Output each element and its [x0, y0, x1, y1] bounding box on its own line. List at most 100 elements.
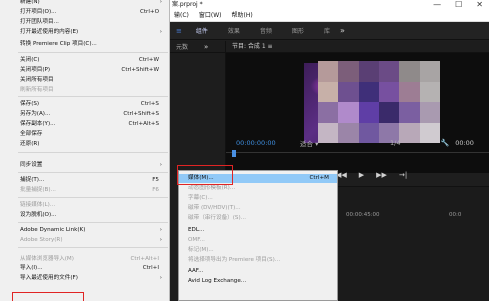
export-menu-item[interactable]: EDL...	[179, 226, 337, 235]
menu-item-shortcut: Ctrl+Alt+I	[130, 256, 159, 262]
file-menu-item[interactable]: 打开团队项目...	[0, 18, 168, 27]
file-menu-item[interactable]: 关闭(C) Ctrl+W	[0, 56, 168, 65]
menu-item-shortcut: Ctrl+Alt+S	[128, 121, 159, 127]
file-menu-item[interactable]: 导入(I)... Ctrl+I	[0, 264, 168, 273]
menu-separator	[18, 152, 168, 153]
mosaic-tile	[419, 81, 440, 102]
menu-item-label: 转换 Premiere Clip 项目(C)...	[20, 41, 97, 47]
menu-item-shortcut: F5	[152, 177, 159, 183]
export-menu-item[interactable]: AAF...	[179, 267, 337, 276]
menu-separator	[18, 52, 168, 53]
file-menu-item[interactable]: 打开项目(O)... Ctrl+O	[0, 8, 168, 17]
metadata-panel: 元数 »	[170, 41, 226, 175]
window-controls: — ☐ ✕	[433, 0, 483, 10]
menu-item-label: 标记(M)...	[188, 247, 214, 253]
menu-item-label: 还原(R)	[20, 141, 40, 147]
menu-item-label: 捕捉(T)...	[20, 177, 45, 183]
file-menu-item[interactable]: 捕捉(T)... F5	[0, 176, 168, 185]
maximize-icon[interactable]: ☐	[455, 0, 462, 10]
minimize-icon[interactable]: —	[433, 0, 441, 10]
file-menu-item[interactable]: 保存(S) Ctrl+S	[0, 100, 168, 109]
step-forward-icon[interactable]: ▶▶	[376, 171, 387, 183]
export-menu-item: 动态图形模板(R)...	[179, 184, 337, 193]
timeline-ruler-time-2: 00:0	[449, 212, 462, 218]
submenu-arrow-icon: ›	[159, 237, 162, 243]
workspace-menu-icon[interactable]: ≡	[170, 27, 186, 35]
export-menu-item: 字幕(C)...	[179, 194, 337, 203]
resolution-dropdown[interactable]: 1/4	[390, 139, 400, 147]
menu-item-label: 动态图形模板(R)...	[188, 185, 236, 191]
file-menu-item[interactable]: 全部保存	[0, 130, 168, 139]
export-menu-item: OMF...	[179, 236, 337, 245]
file-menu-item[interactable]: 关闭所有项目	[0, 76, 168, 85]
mosaic-tile	[318, 81, 339, 102]
workspace-tab-libraries[interactable]: 库	[314, 26, 340, 35]
playhead-timecode[interactable]: 00:00:00:00	[226, 139, 300, 147]
file-menu-item[interactable]: 保存副本(Y)... Ctrl+Alt+S	[0, 120, 168, 129]
file-menu-item[interactable]: 导入最近使用的文件(F) ›	[0, 274, 168, 283]
duration-timecode: 00:00	[455, 139, 474, 147]
metadata-tab[interactable]: 元数 »	[170, 41, 225, 53]
file-menu-item[interactable]: 还原(R)	[0, 140, 168, 149]
workspace-more-icon[interactable]: »	[340, 26, 345, 35]
menu-item-label: 同步设置	[20, 162, 43, 168]
file-menu-item[interactable]: 新建(N) ›	[0, 0, 168, 7]
menu-separator	[18, 96, 168, 97]
menu-item-label: 磁带（串行设备）(S)...	[188, 215, 246, 221]
go-to-out-icon[interactable]: →|	[399, 171, 407, 183]
menu-item-shortcut: Ctrl+I	[142, 265, 159, 271]
workspace-tab-components[interactable]: 组件	[186, 26, 218, 35]
mosaic-tile	[379, 102, 400, 123]
highlight-export-item	[12, 292, 84, 301]
file-menu-item[interactable]: 转换 Premiere Clip 项目(C)...	[0, 40, 168, 49]
mosaic-tile	[318, 61, 339, 82]
file-menu-item[interactable]: 打开最近使用的内容(E) ›	[0, 28, 168, 37]
menu-help[interactable]: 帮助(H)	[232, 10, 253, 21]
timeline-ruler-time: 00:00:45:00	[346, 212, 380, 218]
program-monitor-tab[interactable]: 节目: 合成 1 ≡	[226, 41, 489, 53]
panel-more-icon[interactable]: »	[190, 43, 208, 51]
file-menu-item[interactable]: Adobe Dynamic Link(K) ›	[0, 226, 168, 235]
mosaic-tile	[399, 81, 420, 102]
menu-item-label: Adobe Dynamic Link(K)	[20, 227, 86, 233]
program-scrub-bar[interactable]	[226, 150, 489, 160]
export-menu-item[interactable]: Avid Log Exchange...	[179, 277, 337, 286]
menu-separator	[18, 172, 168, 173]
submenu-arrow-icon: ›	[159, 0, 162, 5]
menu-item-shortcut: Ctrl+S	[140, 101, 159, 107]
workspace-tab-graphics[interactable]: 图形	[282, 26, 314, 35]
export-menu-item: 磁带 (DV/HDV)(T)...	[179, 204, 337, 213]
workspace-tab-audio[interactable]: 音频	[250, 26, 282, 35]
play-icon[interactable]: ▶	[359, 171, 364, 183]
wrench-icon[interactable]: 🔧	[440, 139, 449, 147]
playhead-marker[interactable]	[232, 150, 236, 157]
metadata-tab-label: 元数	[176, 44, 189, 51]
workspace-tab-effects[interactable]: 效果	[218, 26, 250, 35]
zoom-fit-dropdown[interactable]: 适合 ▾	[300, 138, 360, 148]
close-icon[interactable]: ✕	[476, 0, 483, 10]
mosaic-tile	[379, 81, 400, 102]
menu-item-label: 打开团队项目...	[20, 19, 59, 25]
menu-item-shortcut: Ctrl+O	[139, 9, 159, 15]
menu-item-label: 保存(S)	[20, 101, 40, 107]
menu-item-label: 打开最近使用的内容(E)	[20, 29, 79, 35]
menu-separator	[18, 247, 168, 248]
menu-window[interactable]: 窗口(W)	[199, 10, 222, 21]
export-submenu: 媒体(M)... Ctrl+M 动态图形模板(R)... 字幕(C)... 磁带 (DV…	[178, 170, 338, 301]
file-menu-item: 批量捕捉(B)... F6	[0, 186, 168, 195]
title-bar: 案.prproj * — ☐ ✕	[170, 0, 489, 10]
menu-item-label: 关闭所有项目	[20, 77, 54, 83]
menu-output[interactable]: 输(C)	[174, 10, 189, 21]
menu-item-label: 导入最近使用的文件(F)	[20, 275, 78, 281]
transport-controls: ◀◀ ▶ ▶▶ →|	[336, 171, 407, 183]
file-menu-item[interactable]: 同步设置 ›	[0, 161, 168, 170]
export-menu-item: 标记(M)...	[179, 246, 337, 255]
mosaic-tile	[419, 61, 440, 82]
mosaic-tile	[358, 102, 379, 123]
file-menu-item[interactable]: 关闭项目(P) Ctrl+Shift+W	[0, 66, 168, 75]
file-menu-item[interactable]: 另存为(A)... Ctrl+Shift+S	[0, 110, 168, 119]
menu-separator	[18, 197, 168, 198]
file-menu-item[interactable]: 设为脱机(O)...	[0, 211, 168, 220]
menu-item-label: 从媒体浏览器导入(M)	[20, 256, 74, 262]
menu-item-label: 全部保存	[20, 131, 43, 137]
